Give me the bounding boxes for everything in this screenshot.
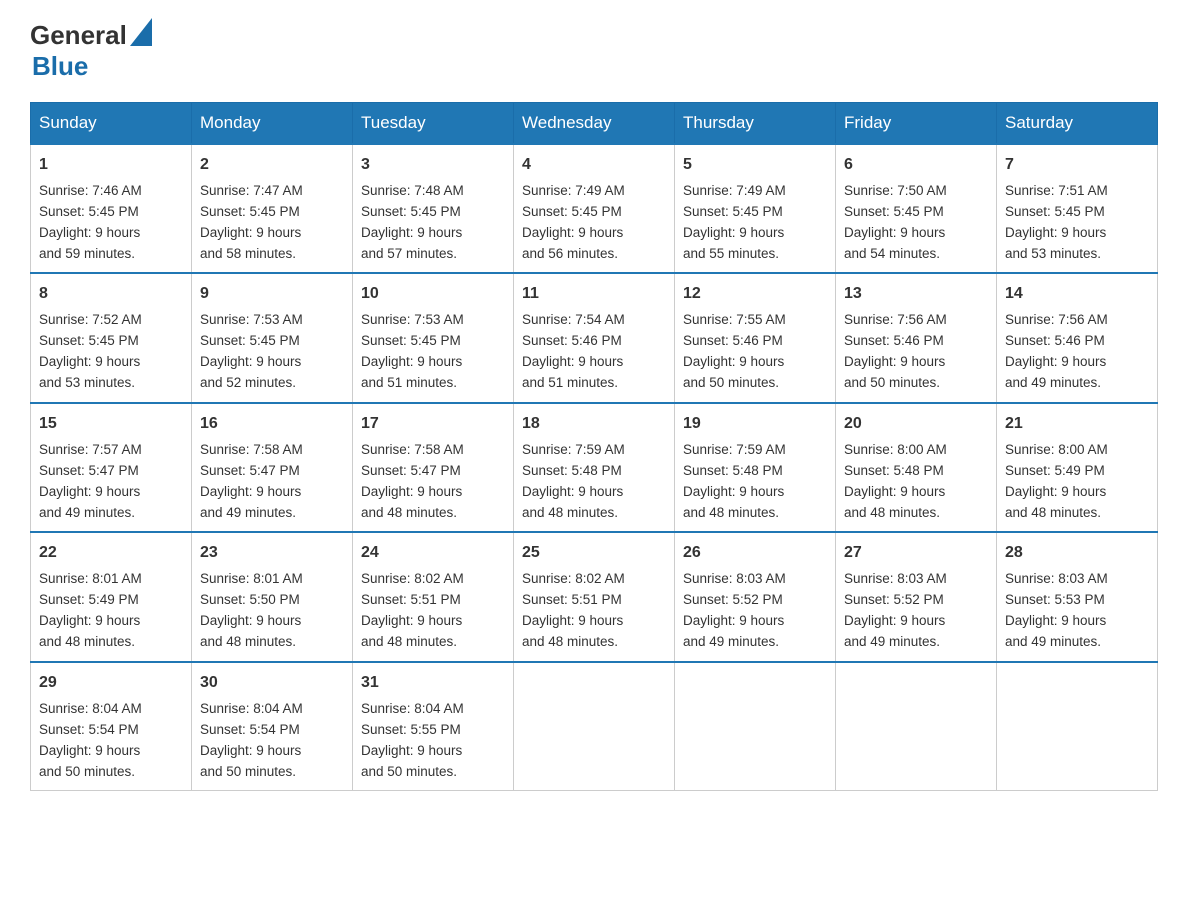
week-row-5: 29Sunrise: 8:04 AMSunset: 5:54 PMDayligh…: [31, 662, 1158, 791]
table-cell: [514, 662, 675, 791]
day-number: 9: [200, 282, 344, 307]
day-number: 7: [1005, 153, 1149, 178]
table-cell: 20Sunrise: 8:00 AMSunset: 5:48 PMDayligh…: [836, 403, 997, 532]
logo-text-blue: Blue: [30, 51, 152, 82]
day-number: 11: [522, 282, 666, 307]
day-number: 31: [361, 671, 505, 696]
table-cell: 17Sunrise: 7:58 AMSunset: 5:47 PMDayligh…: [353, 403, 514, 532]
day-number: 2: [200, 153, 344, 178]
table-cell: 9Sunrise: 7:53 AMSunset: 5:45 PMDaylight…: [192, 273, 353, 402]
logo-icon: [130, 18, 152, 46]
day-number: 4: [522, 153, 666, 178]
table-cell: 1Sunrise: 7:46 AMSunset: 5:45 PMDaylight…: [31, 144, 192, 273]
page-header: General Blue: [30, 20, 1158, 82]
table-cell: 24Sunrise: 8:02 AMSunset: 5:51 PMDayligh…: [353, 532, 514, 661]
day-number: 14: [1005, 282, 1149, 307]
header-monday: Monday: [192, 103, 353, 145]
header-saturday: Saturday: [997, 103, 1158, 145]
table-cell: 25Sunrise: 8:02 AMSunset: 5:51 PMDayligh…: [514, 532, 675, 661]
day-number: 30: [200, 671, 344, 696]
table-cell: 30Sunrise: 8:04 AMSunset: 5:54 PMDayligh…: [192, 662, 353, 791]
header-friday: Friday: [836, 103, 997, 145]
header-wednesday: Wednesday: [514, 103, 675, 145]
table-cell: [997, 662, 1158, 791]
logo: General Blue: [30, 20, 152, 82]
day-number: 8: [39, 282, 183, 307]
day-number: 20: [844, 412, 988, 437]
day-number: 23: [200, 541, 344, 566]
day-number: 6: [844, 153, 988, 178]
table-cell: 28Sunrise: 8:03 AMSunset: 5:53 PMDayligh…: [997, 532, 1158, 661]
table-cell: 21Sunrise: 8:00 AMSunset: 5:49 PMDayligh…: [997, 403, 1158, 532]
table-cell: 13Sunrise: 7:56 AMSunset: 5:46 PMDayligh…: [836, 273, 997, 402]
table-cell: 12Sunrise: 7:55 AMSunset: 5:46 PMDayligh…: [675, 273, 836, 402]
day-number: 12: [683, 282, 827, 307]
table-cell: 5Sunrise: 7:49 AMSunset: 5:45 PMDaylight…: [675, 144, 836, 273]
day-number: 28: [1005, 541, 1149, 566]
table-cell: [675, 662, 836, 791]
table-cell: 16Sunrise: 7:58 AMSunset: 5:47 PMDayligh…: [192, 403, 353, 532]
table-cell: 2Sunrise: 7:47 AMSunset: 5:45 PMDaylight…: [192, 144, 353, 273]
header-thursday: Thursday: [675, 103, 836, 145]
logo-text-general: General: [30, 20, 127, 51]
table-cell: 31Sunrise: 8:04 AMSunset: 5:55 PMDayligh…: [353, 662, 514, 791]
table-cell: 11Sunrise: 7:54 AMSunset: 5:46 PMDayligh…: [514, 273, 675, 402]
day-number: 24: [361, 541, 505, 566]
week-row-2: 8Sunrise: 7:52 AMSunset: 5:45 PMDaylight…: [31, 273, 1158, 402]
table-cell: 14Sunrise: 7:56 AMSunset: 5:46 PMDayligh…: [997, 273, 1158, 402]
day-number: 26: [683, 541, 827, 566]
week-row-4: 22Sunrise: 8:01 AMSunset: 5:49 PMDayligh…: [31, 532, 1158, 661]
table-cell: 15Sunrise: 7:57 AMSunset: 5:47 PMDayligh…: [31, 403, 192, 532]
table-cell: 6Sunrise: 7:50 AMSunset: 5:45 PMDaylight…: [836, 144, 997, 273]
calendar-table: SundayMondayTuesdayWednesdayThursdayFrid…: [30, 102, 1158, 791]
day-number: 27: [844, 541, 988, 566]
table-cell: 27Sunrise: 8:03 AMSunset: 5:52 PMDayligh…: [836, 532, 997, 661]
table-cell: 19Sunrise: 7:59 AMSunset: 5:48 PMDayligh…: [675, 403, 836, 532]
day-number: 15: [39, 412, 183, 437]
day-number: 18: [522, 412, 666, 437]
day-number: 1: [39, 153, 183, 178]
table-cell: 26Sunrise: 8:03 AMSunset: 5:52 PMDayligh…: [675, 532, 836, 661]
table-cell: 7Sunrise: 7:51 AMSunset: 5:45 PMDaylight…: [997, 144, 1158, 273]
table-cell: 18Sunrise: 7:59 AMSunset: 5:48 PMDayligh…: [514, 403, 675, 532]
day-number: 19: [683, 412, 827, 437]
day-number: 13: [844, 282, 988, 307]
day-number: 25: [522, 541, 666, 566]
table-cell: 10Sunrise: 7:53 AMSunset: 5:45 PMDayligh…: [353, 273, 514, 402]
day-number: 16: [200, 412, 344, 437]
table-cell: 22Sunrise: 8:01 AMSunset: 5:49 PMDayligh…: [31, 532, 192, 661]
table-cell: 3Sunrise: 7:48 AMSunset: 5:45 PMDaylight…: [353, 144, 514, 273]
table-cell: 23Sunrise: 8:01 AMSunset: 5:50 PMDayligh…: [192, 532, 353, 661]
day-number: 17: [361, 412, 505, 437]
day-number: 29: [39, 671, 183, 696]
day-number: 3: [361, 153, 505, 178]
day-number: 5: [683, 153, 827, 178]
day-number: 22: [39, 541, 183, 566]
header-tuesday: Tuesday: [353, 103, 514, 145]
week-row-1: 1Sunrise: 7:46 AMSunset: 5:45 PMDaylight…: [31, 144, 1158, 273]
week-row-3: 15Sunrise: 7:57 AMSunset: 5:47 PMDayligh…: [31, 403, 1158, 532]
day-number: 10: [361, 282, 505, 307]
header-row: SundayMondayTuesdayWednesdayThursdayFrid…: [31, 103, 1158, 145]
table-cell: [836, 662, 997, 791]
table-cell: 29Sunrise: 8:04 AMSunset: 5:54 PMDayligh…: [31, 662, 192, 791]
table-cell: 4Sunrise: 7:49 AMSunset: 5:45 PMDaylight…: [514, 144, 675, 273]
day-number: 21: [1005, 412, 1149, 437]
header-sunday: Sunday: [31, 103, 192, 145]
table-cell: 8Sunrise: 7:52 AMSunset: 5:45 PMDaylight…: [31, 273, 192, 402]
